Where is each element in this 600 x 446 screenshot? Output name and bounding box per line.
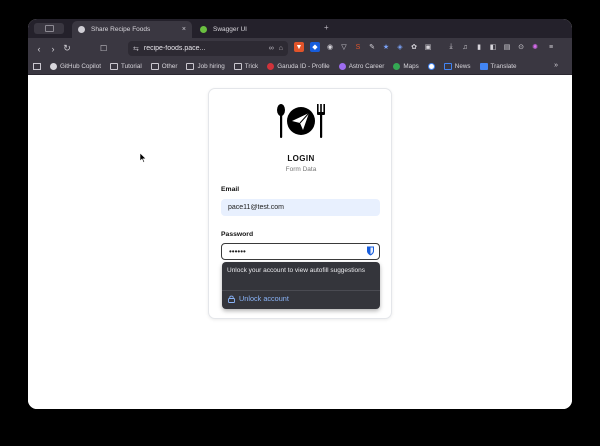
bookmark-label: Garuda ID - Profile xyxy=(277,63,330,70)
extension-icon[interactable]: S xyxy=(353,42,363,52)
apps-grid-icon[interactable] xyxy=(33,63,41,70)
extension-icon[interactable]: ✿ xyxy=(409,42,419,52)
bookmark-label: News xyxy=(454,63,471,70)
swagger-favicon-icon xyxy=(200,26,207,33)
autofill-message: Unlock your account to view autofill sug… xyxy=(227,267,366,274)
menu-icon[interactable]: ≡ xyxy=(546,42,556,52)
unlock-account-label: Unlock account xyxy=(239,294,289,303)
news-icon xyxy=(443,63,452,70)
extension-icon[interactable]: ▣ xyxy=(423,42,433,52)
bookmark-label: Other xyxy=(161,63,178,70)
forward-icon[interactable]: › xyxy=(46,44,60,54)
bookmark-github-copilot[interactable]: GitHub Copilot xyxy=(50,63,101,70)
folder-icon xyxy=(186,63,195,70)
divider xyxy=(222,290,380,291)
bookmark-label: GitHub Copilot xyxy=(60,63,101,70)
autofill-popup: Unlock your account to view autofill sug… xyxy=(222,262,380,309)
address-bar[interactable]: ⇆ recipe-foods.pace... ∞ ⌂ xyxy=(128,41,288,56)
bookmark-maps[interactable]: Maps xyxy=(393,63,419,70)
tab-title: Share Recipe Foods xyxy=(91,26,151,33)
bookmark-label: Trick xyxy=(244,63,259,70)
lock-icon xyxy=(228,295,235,303)
reload-icon[interactable]: ↻ xyxy=(60,43,74,54)
extension-icon[interactable]: ▽ xyxy=(339,42,349,52)
tab-swagger-ui[interactable]: Swagger UI xyxy=(194,21,316,38)
site-settings-icon[interactable]: ⇆ xyxy=(133,45,139,53)
bookmark-news[interactable]: News xyxy=(443,63,471,70)
page-title: LOGIN xyxy=(287,154,315,163)
folder-icon xyxy=(233,63,242,70)
extension-icon[interactable]: ★ xyxy=(381,42,391,52)
vpn-icon[interactable]: ⊙ xyxy=(516,42,526,52)
bookmark-tutorial[interactable]: Tutorial xyxy=(109,63,142,70)
bookmark-job-hiring[interactable]: Job hiring xyxy=(186,63,225,70)
tab-strip: Share Recipe Foods × Swagger UI + xyxy=(28,19,572,38)
bookmark-astro-career[interactable]: Astro Career xyxy=(338,63,385,70)
bookmark-translate[interactable]: Translate xyxy=(479,63,517,70)
password-field[interactable] xyxy=(221,243,380,260)
tab-share-recipe-foods[interactable]: Share Recipe Foods × xyxy=(72,21,192,38)
page-subtitle: Form Data xyxy=(285,166,317,173)
bookmarks-overflow-icon[interactable]: » xyxy=(554,62,558,69)
bookmark-label: Astro Career xyxy=(348,63,385,70)
brave-shield-icon[interactable]: ▼ xyxy=(294,42,304,52)
email-label: Email xyxy=(221,186,240,193)
unlock-account-button[interactable]: Unlock account xyxy=(228,294,289,303)
bookmark-label: Tutorial xyxy=(120,63,142,70)
extension-icon[interactable]: ◈ xyxy=(395,42,405,52)
recipe-logo-icon xyxy=(277,104,325,138)
bitwarden-autofill-icon[interactable] xyxy=(366,246,376,256)
bookmark-label: Maps xyxy=(403,63,419,70)
url-text: recipe-foods.pace... xyxy=(143,45,206,52)
google-icon xyxy=(427,63,435,70)
bookmark-trick[interactable]: Trick xyxy=(233,63,259,70)
astro-icon xyxy=(338,63,346,70)
share-icon[interactable]: ∞ xyxy=(269,45,274,52)
lock-icon[interactable]: ⌂ xyxy=(279,45,283,52)
leo-ai-icon[interactable]: ✺ xyxy=(530,42,540,52)
back-icon[interactable]: ‹ xyxy=(32,44,46,54)
bookmarks-bar: GitHub Copilot Tutorial Other Job hiring… xyxy=(28,59,572,75)
bookmark-label: Job hiring xyxy=(197,63,225,70)
tab-title: Swagger UI xyxy=(213,26,247,33)
bookmark-google[interactable] xyxy=(427,63,435,70)
folder-icon xyxy=(150,63,159,70)
mouse-cursor-icon xyxy=(139,150,147,168)
garuda-icon xyxy=(267,63,275,70)
login-card: LOGIN Form Data Email Password Unlock yo… xyxy=(208,88,392,319)
bookmark-page-icon[interactable]: ☐ xyxy=(100,44,107,53)
maps-icon xyxy=(393,63,401,70)
screenshot-icon[interactable]: ◧ xyxy=(488,42,498,52)
sidebar-toggle-icon[interactable] xyxy=(34,23,64,34)
translate-icon xyxy=(479,63,488,70)
sidebar-icon[interactable]: ▮ xyxy=(474,42,484,52)
browser-window: Share Recipe Foods × Swagger UI + ‹ › ↻ … xyxy=(28,19,572,409)
music-icon[interactable]: ♫ xyxy=(460,42,470,52)
extension-icon[interactable]: ✎ xyxy=(367,42,377,52)
browser-toolbar: ‹ › ↻ ☐ ⇆ recipe-foods.pace... ∞ ⌂ ▼ ▲ ◆… xyxy=(28,38,572,59)
wallet-icon[interactable]: ▤ xyxy=(502,42,512,52)
close-tab-icon[interactable]: × xyxy=(182,26,186,33)
new-tab-button[interactable]: + xyxy=(324,23,329,32)
password-label: Password xyxy=(221,231,254,238)
page-content: LOGIN Form Data Email Password Unlock yo… xyxy=(28,76,572,409)
bitwarden-extension-icon[interactable]: ◆ xyxy=(310,42,320,52)
extension-icon[interactable]: ◉ xyxy=(325,42,335,52)
email-field[interactable] xyxy=(221,199,380,216)
github-icon xyxy=(50,63,57,70)
bookmark-label: Translate xyxy=(490,63,517,70)
recipe-favicon-icon xyxy=(78,26,85,33)
bookmark-garuda-id[interactable]: Garuda ID - Profile xyxy=(267,63,330,70)
download-icon[interactable]: ⤓ xyxy=(446,42,456,52)
bookmark-other[interactable]: Other xyxy=(150,63,178,70)
folder-icon xyxy=(109,63,118,70)
